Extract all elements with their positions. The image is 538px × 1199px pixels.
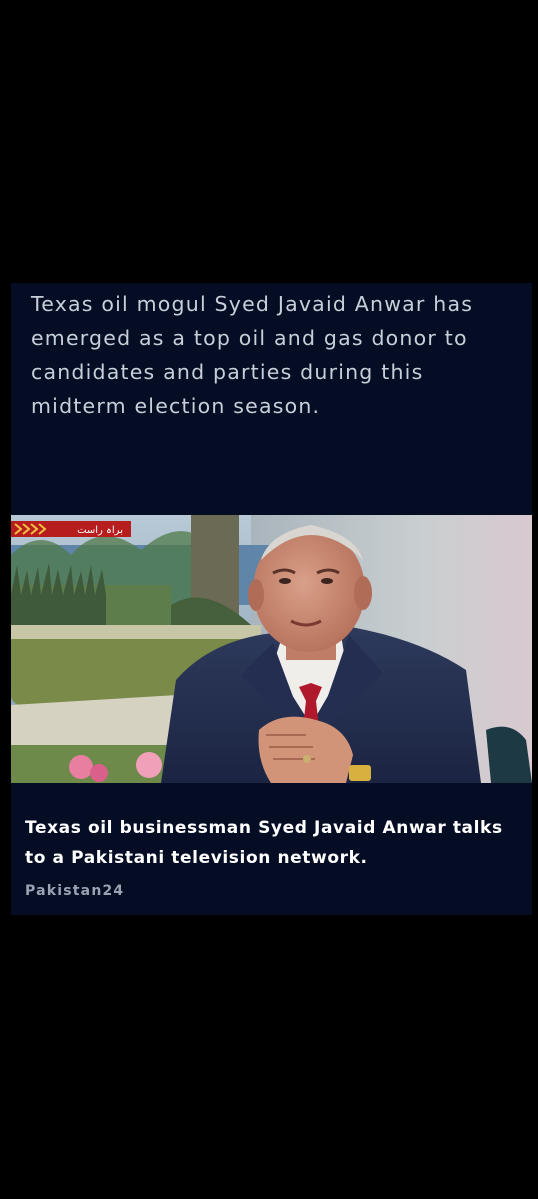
- tv-still-illustration: براہ راست: [11, 515, 532, 783]
- article-card: Texas oil mogul Syed Javaid Anwar has em…: [11, 283, 532, 915]
- news-photo[interactable]: براہ راست: [11, 515, 532, 783]
- article-lede: Texas oil mogul Syed Javaid Anwar has em…: [31, 292, 474, 418]
- photo-caption: Texas oil businessman Syed Javaid Anwar …: [25, 818, 503, 868]
- ticker-label: براہ راست: [77, 525, 123, 536]
- photo-credit: Pakistan24: [25, 883, 125, 899]
